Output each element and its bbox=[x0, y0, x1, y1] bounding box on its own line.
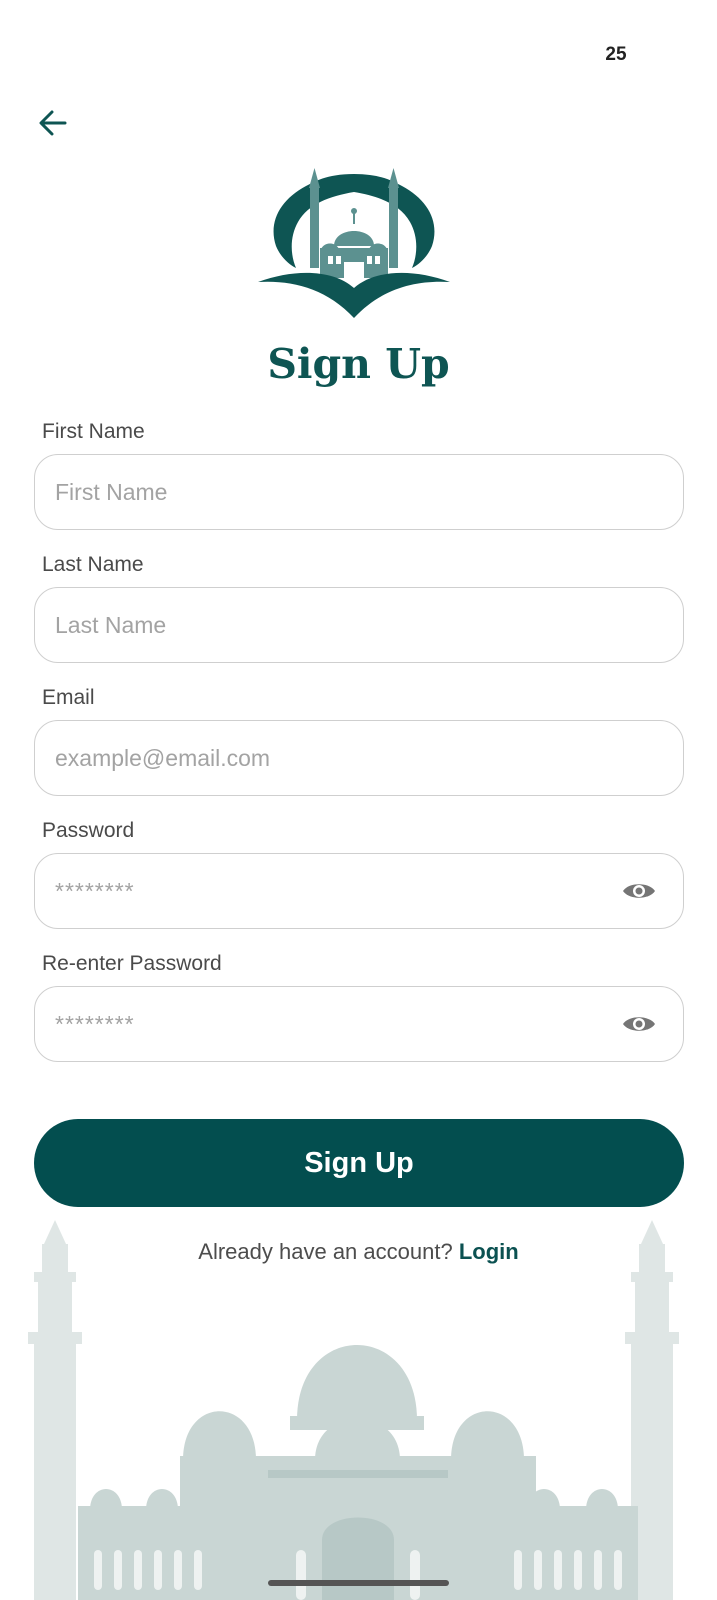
first-name-field[interactable] bbox=[34, 454, 684, 530]
mosque-background-illustration bbox=[28, 1220, 679, 1600]
arrow-left-icon bbox=[39, 110, 67, 136]
last-name-input[interactable] bbox=[55, 611, 663, 639]
password-input[interactable] bbox=[55, 877, 619, 905]
last-name-field[interactable] bbox=[34, 587, 684, 663]
email-input[interactable] bbox=[55, 744, 663, 772]
sign-up-button[interactable]: Sign Up bbox=[34, 1119, 684, 1207]
login-prompt-text: Already have an account? bbox=[198, 1239, 453, 1264]
first-name-label: First Name bbox=[42, 420, 145, 443]
eye-icon bbox=[623, 1017, 655, 1031]
email-label: Email bbox=[42, 686, 95, 709]
login-link[interactable]: Login bbox=[459, 1239, 519, 1264]
last-name-label: Last Name bbox=[42, 553, 144, 576]
confirm-password-visibility-toggle[interactable] bbox=[619, 1004, 659, 1044]
password-field[interactable] bbox=[34, 853, 684, 929]
mosque-book-logo bbox=[258, 168, 450, 318]
confirm-password-input[interactable] bbox=[55, 1010, 619, 1038]
home-indicator[interactable] bbox=[268, 1580, 449, 1586]
back-button[interactable] bbox=[30, 100, 76, 146]
page-title: Sign Up bbox=[267, 340, 450, 388]
eye-icon bbox=[623, 884, 655, 898]
password-visibility-toggle[interactable] bbox=[619, 871, 659, 911]
password-label: Password bbox=[42, 819, 135, 842]
confirm-password-field[interactable] bbox=[34, 986, 684, 1062]
confirm-password-label: Re-enter Password bbox=[42, 952, 222, 975]
status-bar-time: 25 bbox=[605, 44, 627, 65]
login-prompt-row: Already have an account? Login bbox=[0, 1239, 717, 1265]
first-name-input[interactable] bbox=[55, 478, 663, 506]
email-field[interactable] bbox=[34, 720, 684, 796]
